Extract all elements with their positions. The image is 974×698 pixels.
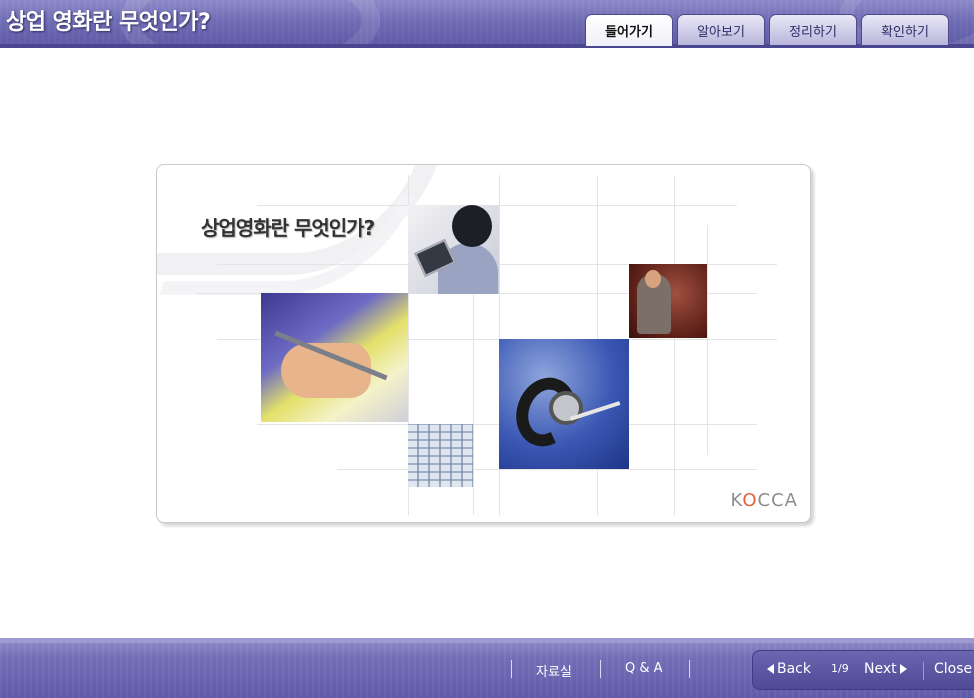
grid-line — [707, 225, 708, 455]
tab-summary[interactable]: 정리하기 — [769, 14, 857, 45]
next-button[interactable]: Next — [864, 661, 907, 677]
footer-divider — [0, 638, 974, 643]
tab-quiz[interactable]: 확인하기 — [861, 14, 949, 45]
photo-hand-with-pen — [261, 293, 408, 422]
panel-title: 상업영화란 무엇인가? — [201, 216, 375, 240]
intro-panel: 상업영화란 무엇인가? KOCCA — [156, 164, 811, 523]
photo-headset — [499, 339, 629, 469]
kocca-logo: KOCCA — [730, 490, 798, 511]
photo-woman-with-device — [408, 205, 499, 294]
nav-separator — [923, 662, 924, 680]
close-button[interactable]: Close — [934, 661, 972, 677]
footer-separator — [511, 660, 512, 678]
back-button[interactable]: Back — [767, 661, 811, 677]
background-swoosh — [158, 195, 416, 295]
grid-line — [337, 469, 757, 470]
next-label: Next — [864, 661, 897, 677]
tab-intro[interactable]: 들어가기 — [585, 14, 673, 46]
tab-learn[interactable]: 알아보기 — [677, 14, 765, 45]
photo-man-with-laptop — [629, 264, 707, 338]
page-navigation: Back 1/9 Next Close — [752, 650, 974, 690]
page-title: 상업 영화란 무엇인가? — [6, 10, 211, 35]
photo-keyboard — [408, 424, 473, 487]
back-label: Back — [777, 661, 811, 677]
header-bar: 상업 영화란 무엇인가? 들어가기 알아보기 정리하기 확인하기 — [0, 0, 974, 48]
footer-separator — [600, 660, 601, 678]
footer-bar: 자료실 Q & A Back 1/9 Next Close — [0, 638, 974, 698]
qa-link[interactable]: Q & A — [625, 661, 663, 676]
section-tabs: 들어가기 알아보기 정리하기 확인하기 — [585, 14, 949, 46]
grid-line — [674, 175, 675, 515]
page-indicator: 1/9 — [831, 662, 849, 675]
footer-separator — [689, 660, 690, 678]
arrow-right-icon — [899, 664, 907, 674]
arrow-left-icon — [767, 664, 774, 674]
resources-link[interactable]: 자료실 — [536, 661, 572, 680]
grid-line — [473, 285, 474, 515]
